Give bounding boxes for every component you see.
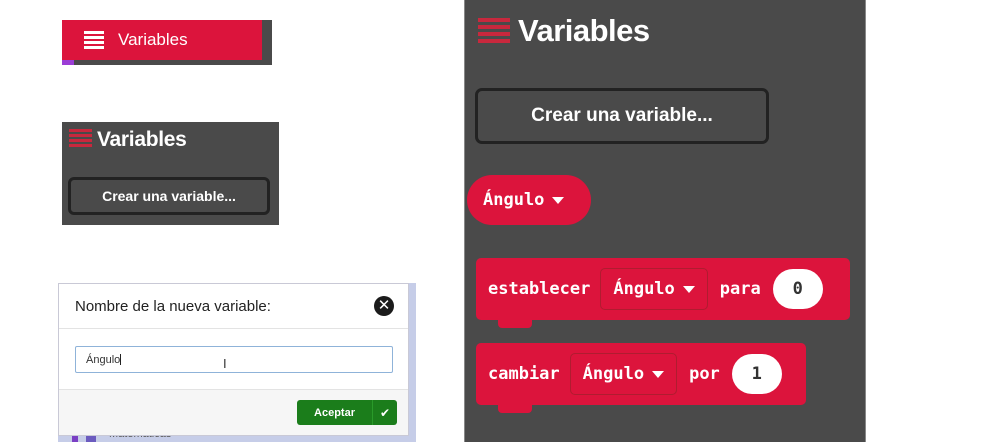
set-keyword: establecer: [488, 279, 591, 299]
category-accent-bar: [62, 60, 74, 65]
block-notch: [498, 405, 532, 413]
create-variable-button[interactable]: Crear una variable...: [475, 88, 769, 144]
block-notch: [498, 320, 532, 328]
variable-name: Ángulo: [483, 190, 545, 210]
variable-dropdown[interactable]: Ángulo: [569, 353, 678, 395]
variable-dropdown-label: Ángulo: [582, 364, 645, 384]
change-connector: por: [689, 364, 720, 384]
text-cursor-icon: I: [223, 356, 227, 371]
check-icon: ✔: [372, 400, 397, 425]
value-input[interactable]: 1: [731, 354, 782, 394]
change-variable-block[interactable]: cambiar Ángulo por 1: [476, 343, 806, 413]
variable-name-input[interactable]: Ángulo: [75, 346, 393, 373]
set-connector: para: [719, 279, 761, 299]
flyout-title: Variables: [518, 13, 650, 48]
variable-dropdown[interactable]: Ángulo: [600, 268, 708, 310]
large-variables-flyout: Variables Crear una variable... Ángulo e…: [464, 0, 866, 442]
accept-button-label: Aceptar: [314, 406, 355, 419]
set-variable-block[interactable]: establecer Ángulo para 0: [476, 258, 850, 328]
accept-button[interactable]: Aceptar ✔: [297, 400, 397, 425]
chevron-down-icon: [652, 370, 665, 378]
variable-name-value: Ángulo: [86, 354, 121, 366]
variables-category-icon: [478, 18, 510, 46]
value-input[interactable]: 0: [772, 269, 823, 309]
dialog-header: Nombre de la nueva variable: ✕: [59, 284, 408, 329]
new-variable-dialog: Nombre de la nueva variable: ✕ Ángulo I …: [58, 283, 409, 436]
small-variables-flyout: Variables Crear una variable...: [62, 122, 279, 225]
category-tab-background: Variables: [62, 20, 262, 60]
chevron-down-icon: [682, 285, 695, 293]
variable-reporter-block[interactable]: Ángulo: [467, 175, 591, 225]
category-tab-variables[interactable]: Variables: [62, 20, 272, 65]
dialog-title: Nombre de la nueva variable:: [75, 298, 271, 315]
variable-dropdown-label: Ángulo: [613, 279, 675, 299]
close-icon[interactable]: ✕: [374, 296, 394, 316]
flyout-title: Variables: [97, 128, 187, 151]
variables-category-icon: [69, 129, 92, 149]
change-keyword: cambiar: [488, 364, 560, 384]
list-icon: [84, 31, 104, 49]
create-variable-button[interactable]: Crear una variable...: [68, 177, 270, 215]
chevron-down-icon[interactable]: [552, 196, 565, 204]
text-caret: [120, 354, 122, 365]
category-tab-label: Variables: [118, 30, 188, 49]
